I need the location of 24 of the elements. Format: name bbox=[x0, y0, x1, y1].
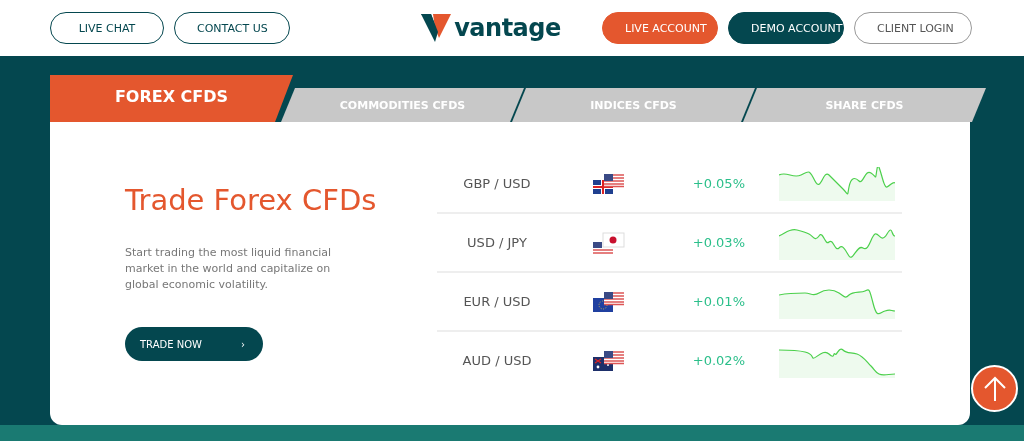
flag-pair-icon bbox=[593, 172, 625, 195]
percent-change: +0.05% bbox=[691, 176, 745, 191]
category-tab[interactable]: FOREX CFDS bbox=[50, 75, 293, 122]
hero-text: Start trading the most liquid financial market in the world and capitalize on global economic volatility. bbox=[125, 245, 333, 293]
flag-pair-icon bbox=[593, 349, 625, 372]
header-button[interactable]: CLIENT LOGIN bbox=[854, 12, 972, 44]
percent-change: +0.03% bbox=[691, 235, 745, 250]
hero-title: Trade Forex CFDs bbox=[125, 183, 378, 217]
flag-pair-icon bbox=[593, 290, 625, 313]
currency-pair: AUD / USD bbox=[461, 353, 533, 368]
header-button[interactable]: LIVE CHAT bbox=[50, 12, 164, 44]
currency-pair: EUR / USD bbox=[462, 294, 532, 309]
header-button[interactable]: CONTACT US bbox=[174, 12, 290, 44]
percent-change: +0.01% bbox=[691, 294, 745, 309]
arrow-up-icon bbox=[983, 375, 1006, 402]
header-button[interactable]: DEMO ACCOUNT bbox=[728, 12, 844, 44]
trade-now-button[interactable]: TRADE NOW › bbox=[125, 327, 263, 361]
percent-change: +0.02% bbox=[691, 353, 745, 368]
currency-pair: GBP / USD bbox=[462, 176, 532, 191]
logo-text[interactable]: vantage bbox=[454, 14, 561, 42]
header-button[interactable]: LIVE ACCOUNT bbox=[602, 12, 718, 44]
logo-icon bbox=[421, 14, 452, 42]
flag-pair-icon bbox=[593, 231, 625, 254]
currency-pair: USD / JPY bbox=[466, 235, 528, 250]
